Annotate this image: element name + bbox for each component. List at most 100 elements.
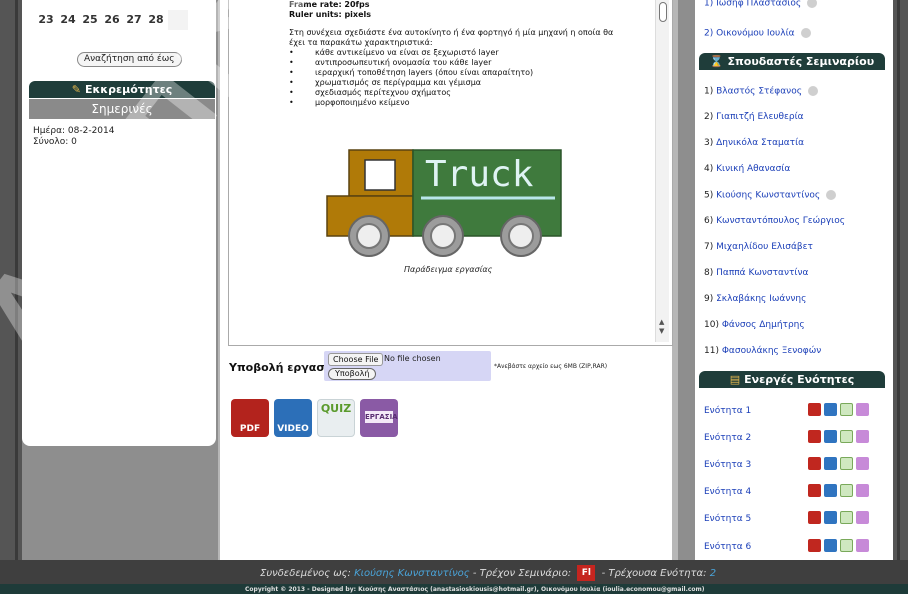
student-name[interactable]: Φάνσος Δημήτρης bbox=[722, 320, 805, 330]
student-item[interactable]: 2) Γιαπιτζή Ελευθερία bbox=[704, 112, 804, 122]
unit-row[interactable]: Ενότητα 4 bbox=[704, 484, 884, 497]
date-range-search-button[interactable]: Αναζήτηση από έως bbox=[77, 52, 182, 67]
student-item[interactable]: 4) Κινική Αθανασία bbox=[704, 164, 790, 174]
student-item[interactable]: 7) Μιχαηλίδου Ελισάβετ bbox=[704, 242, 813, 252]
calendar-day[interactable]: 23 bbox=[36, 10, 56, 30]
flash-icon[interactable]: Fl bbox=[577, 565, 596, 581]
video-icon[interactable] bbox=[824, 430, 837, 443]
student-name[interactable]: Κωνσταντόπουλος Γεώργιος bbox=[716, 216, 845, 226]
unit-row[interactable]: Ενότητα 6 bbox=[704, 539, 884, 552]
unit-link[interactable]: Ενότητα 3 bbox=[704, 460, 751, 470]
frame-rate-line: Frame rate: 20fps bbox=[289, 0, 370, 9]
unit-link[interactable]: Ενότητα 6 bbox=[704, 542, 751, 552]
task-icon[interactable] bbox=[856, 403, 869, 416]
pdf-icon[interactable] bbox=[808, 511, 821, 524]
truck-text: Truck bbox=[425, 154, 534, 195]
unit-link[interactable]: Ενότητα 4 bbox=[704, 487, 751, 497]
quiz-icon[interactable] bbox=[840, 430, 853, 443]
student-number: 2) bbox=[704, 112, 714, 122]
scroll-up-arrow-icon[interactable]: ▲ bbox=[659, 318, 664, 326]
choose-file-button[interactable]: Choose File bbox=[328, 353, 384, 366]
task-icon[interactable] bbox=[856, 457, 869, 470]
student-number: 8) bbox=[704, 268, 714, 278]
pdf-icon[interactable] bbox=[808, 403, 821, 416]
pending-title: Εκκρεμότητες bbox=[84, 83, 173, 96]
quiz-icon[interactable] bbox=[840, 511, 853, 524]
video-icon[interactable] bbox=[824, 457, 837, 470]
video-icon[interactable] bbox=[824, 484, 837, 497]
message-icon[interactable] bbox=[807, 0, 818, 8]
student-item[interactable]: 6) Κωνσταντόπουλος Γεώργιος bbox=[704, 216, 845, 226]
scrollbar-thumb[interactable] bbox=[659, 2, 667, 22]
students-title: Σπουδαστές Σεμιναρίου bbox=[727, 55, 875, 68]
student-name[interactable]: Δηνικόλα Σταματία bbox=[716, 138, 804, 148]
student-item[interactable]: 1) Βλαστός Στέφανος bbox=[704, 86, 818, 97]
today-header[interactable]: Σημερινές bbox=[29, 99, 215, 119]
calendar-day[interactable]: 27 bbox=[124, 10, 144, 30]
video-icon[interactable]: VIDEO bbox=[274, 399, 312, 437]
pdf-icon[interactable] bbox=[808, 457, 821, 470]
task-icon[interactable] bbox=[856, 430, 869, 443]
date-line: Ημέρα: 08-2-2014 bbox=[33, 126, 115, 136]
student-item[interactable]: 9) Σκλαβάκης Ιωάννης bbox=[704, 294, 806, 304]
student-name[interactable]: Γιαπιτζή Ελευθερία bbox=[716, 112, 803, 122]
instructor-item[interactable]: 1) Ιωσηφ Πλαστασιος bbox=[704, 0, 818, 9]
quiz-icon[interactable] bbox=[840, 484, 853, 497]
unit-link[interactable]: Ενότητα 1 bbox=[704, 406, 751, 416]
student-item[interactable]: 8) Παππά Κωνσταντίνα bbox=[704, 268, 808, 278]
student-name[interactable]: Κινική Αθανασία bbox=[716, 164, 790, 174]
task-icon[interactable] bbox=[856, 484, 869, 497]
message-icon[interactable] bbox=[800, 28, 811, 38]
right-panel: 1) Ιωσηφ Πλαστασιος 2) Οικονόμου Ιουλία … bbox=[695, 0, 893, 560]
pdf-icon[interactable] bbox=[808, 430, 821, 443]
current-unit[interactable]: 2 bbox=[710, 568, 716, 579]
quiz-icon[interactable]: QUIZ bbox=[317, 399, 355, 437]
quiz-icon[interactable] bbox=[840, 403, 853, 416]
quiz-icon[interactable] bbox=[840, 539, 853, 552]
unit-link[interactable]: Ενότητα 2 bbox=[704, 433, 751, 443]
pdf-icon[interactable] bbox=[808, 484, 821, 497]
document-scrollbar[interactable]: ▲ ▼ bbox=[655, 0, 669, 342]
quiz-icon[interactable] bbox=[840, 457, 853, 470]
video-icon[interactable] bbox=[824, 511, 837, 524]
student-name[interactable]: Μιχαηλίδου Ελισάβετ bbox=[716, 242, 813, 252]
list-item: χρωματισμός σε περίγραμμα και γέμισμα bbox=[289, 78, 629, 88]
student-name[interactable]: Παππά Κωνσταντίνα bbox=[716, 268, 808, 278]
student-name[interactable]: Φασουλάκης Ξενοφών bbox=[722, 346, 821, 356]
student-item[interactable]: 5) Κιούσης Κωνσταντίνος bbox=[704, 190, 837, 201]
student-item[interactable]: 3) Δηνικόλα Σταματία bbox=[704, 138, 804, 148]
video-icon[interactable] bbox=[824, 539, 837, 552]
upload-button[interactable]: Υποβολή bbox=[328, 368, 377, 380]
student-name[interactable]: Κιούσης Κωνσταντίνος bbox=[716, 191, 820, 201]
calendar-day[interactable]: 25 bbox=[80, 10, 100, 30]
unit-row[interactable]: Ενότητα 3 bbox=[704, 457, 884, 470]
list-item: ιεραρχική τοποθέτηση layers (όπου είναι … bbox=[289, 68, 629, 78]
student-name[interactable]: Βλαστός Στέφανος bbox=[716, 87, 802, 97]
instructor-name[interactable]: 2) Οικονόμου Ιουλία bbox=[704, 29, 795, 39]
unit-link[interactable]: Ενότητα 5 bbox=[704, 514, 751, 524]
video-icon[interactable] bbox=[824, 403, 837, 416]
unit-row[interactable]: Ενότητα 2 bbox=[704, 430, 884, 443]
image-caption: Παράδειγμα εργασίας bbox=[404, 265, 493, 274]
calendar-day[interactable]: 26 bbox=[102, 10, 122, 30]
instructor-item[interactable]: 2) Οικονόμου Ιουλία bbox=[704, 28, 811, 39]
calendar-day[interactable]: 24 bbox=[58, 10, 78, 30]
calendar-day[interactable]: 28 bbox=[146, 10, 166, 30]
scroll-down-arrow-icon[interactable]: ▼ bbox=[659, 327, 664, 335]
pdf-icon[interactable]: PDF bbox=[231, 399, 269, 437]
task-icon[interactable] bbox=[856, 539, 869, 552]
pdf-icon[interactable] bbox=[808, 539, 821, 552]
unit-row[interactable]: Ενότητα 1 bbox=[704, 403, 884, 416]
student-number: 4) bbox=[704, 164, 714, 174]
unit-row[interactable]: Ενότητα 5 bbox=[704, 511, 884, 524]
student-name[interactable]: Σκλαβάκης Ιωάννης bbox=[716, 294, 806, 304]
logged-in-user[interactable]: Κιούσης Κωνσταντίνος bbox=[354, 568, 470, 579]
task-icon[interactable]: ΕΡΓΑΣΙΑ bbox=[360, 399, 398, 437]
student-item[interactable]: 11) Φασουλάκης Ξενοφών bbox=[704, 346, 821, 356]
student-number: 7) bbox=[704, 242, 714, 252]
message-icon[interactable] bbox=[826, 190, 837, 200]
instructor-name[interactable]: 1) Ιωσηφ Πλαστασιος bbox=[704, 0, 801, 9]
message-icon[interactable] bbox=[808, 86, 818, 96]
task-icon[interactable] bbox=[856, 511, 869, 524]
student-item[interactable]: 10) Φάνσος Δημήτρης bbox=[704, 320, 805, 330]
